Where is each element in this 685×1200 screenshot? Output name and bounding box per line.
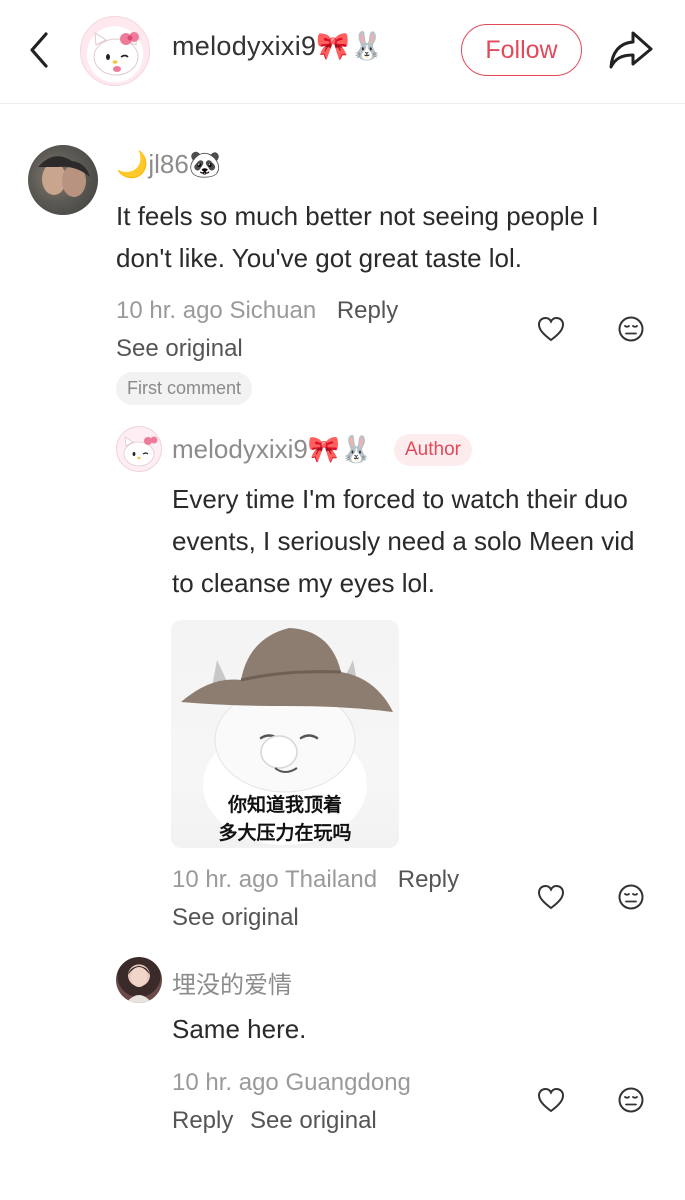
comment-location: Thailand <box>285 866 378 893</box>
hello-kitty-avatar-image <box>93 32 139 76</box>
author-badge: Author <box>394 434 472 466</box>
reply-button[interactable]: Reply <box>172 1107 233 1135</box>
first-comment-badge: First comment <box>116 372 253 405</box>
heart-outline-icon <box>537 316 565 342</box>
comment-location: Guangdong <box>285 1069 411 1096</box>
profile-photo <box>38 156 90 197</box>
reply-button[interactable]: Reply <box>398 866 459 893</box>
comment-time: 10 hr. ago <box>116 297 223 324</box>
comment-text: Same here. <box>172 1014 307 1044</box>
commenter-avatar[interactable] <box>28 145 98 215</box>
heart-outline-icon <box>537 1087 565 1113</box>
header-username[interactable]: melodyxixi9🎀🐰 <box>172 30 384 62</box>
like-button[interactable] <box>536 1085 566 1115</box>
heart-outline-icon <box>537 884 565 910</box>
hello-kitty-avatar-image <box>123 436 158 467</box>
commenter-username[interactable]: 埋没的爱情 <box>172 965 292 1000</box>
profile-photo <box>126 966 152 1003</box>
reaction-button[interactable] <box>616 314 646 344</box>
back-button[interactable] <box>22 30 58 70</box>
see-original-link[interactable]: See original <box>172 904 299 932</box>
comment-time: 10 hr. ago <box>172 866 279 893</box>
chevron-left-icon <box>30 32 48 68</box>
share-button[interactable] <box>607 27 655 71</box>
comment-meta: 10 hr. ago Thailand Reply <box>172 866 459 894</box>
like-button[interactable] <box>536 314 566 344</box>
comment-location: Sichuan <box>229 297 317 324</box>
comment-meta: 10 hr. ago Guangdong <box>172 1069 411 1097</box>
comment-time: 10 hr. ago <box>172 1069 279 1096</box>
like-button[interactable] <box>536 882 566 912</box>
reaction-button[interactable] <box>616 882 646 912</box>
author-avatar[interactable] <box>80 16 150 86</box>
see-original-link[interactable]: See original <box>116 335 243 363</box>
top-bar: melodyxixi9🎀🐰 Follow <box>0 0 685 104</box>
neutral-face-icon <box>618 884 644 910</box>
sticker-caption-line2: 多大压力在玩吗 <box>218 822 352 844</box>
author-reply-avatar[interactable] <box>116 426 162 472</box>
neutral-face-icon <box>618 316 644 342</box>
see-original-link[interactable]: See original <box>250 1107 377 1135</box>
reply-button[interactable]: Reply <box>337 297 398 324</box>
comment-meta: 10 hr. ago Sichuan Reply <box>116 297 398 325</box>
follow-button[interactable]: Follow <box>461 24 582 76</box>
commenter-avatar[interactable] <box>116 957 162 1003</box>
neutral-face-icon <box>618 1087 644 1113</box>
share-arrow-icon <box>609 31 653 69</box>
sticker-caption-line1: 你知道我顶着 <box>227 794 342 816</box>
author-reply-username[interactable]: melodyxixi9🎀🐰 <box>172 434 373 465</box>
reaction-button[interactable] <box>616 1085 646 1115</box>
cat-sticker-image[interactable]: 你知道我顶着 多大压力在玩吗 <box>171 620 399 848</box>
comment-text: It feels so much better not seeing peopl… <box>116 201 599 273</box>
comment-text: Every time I'm forced to watch their duo… <box>172 484 635 598</box>
commenter-username[interactable]: 🌙jl86🐼 <box>116 149 221 180</box>
